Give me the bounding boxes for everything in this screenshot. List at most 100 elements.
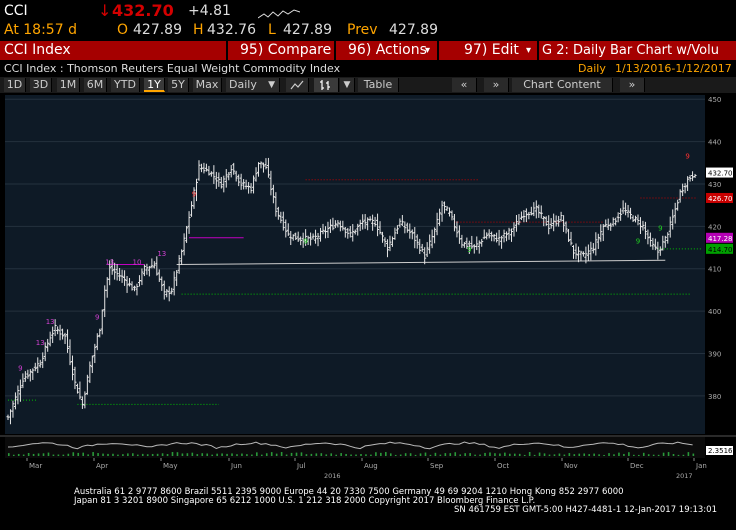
countdown-label: 13 bbox=[157, 250, 166, 258]
year-label: 2016 bbox=[324, 472, 341, 480]
period-3d-button[interactable]: 3D bbox=[30, 78, 52, 92]
frequency-chevron-down-icon: ▼ bbox=[268, 80, 275, 90]
volume-bar bbox=[92, 452, 94, 456]
frequency-dropdown[interactable]: Daily ▼ bbox=[226, 78, 280, 92]
chart-content-button[interactable]: Chart Content bbox=[512, 78, 613, 92]
compare-button[interactable]: 95) Compare bbox=[240, 42, 331, 59]
period-ytd-button[interactable]: YTD bbox=[111, 78, 140, 92]
volume-bar bbox=[558, 453, 561, 456]
countdown-label: 9 bbox=[636, 237, 640, 245]
volume-bar bbox=[360, 454, 362, 456]
sparkline-icon bbox=[258, 9, 300, 19]
volume-bar bbox=[633, 454, 635, 456]
footer-line-3: SN 461759 EST GMT-5:00 H427-4481-1 12-Ja… bbox=[454, 505, 717, 515]
table-button[interactable]: Table bbox=[358, 78, 399, 92]
volume-bar bbox=[667, 452, 670, 456]
volume-bar bbox=[578, 453, 581, 456]
volume-bar bbox=[647, 454, 650, 456]
edit-button[interactable]: 97) Edit bbox=[464, 42, 519, 59]
security-field[interactable]: CCI Index bbox=[4, 42, 71, 59]
expand-right-icon[interactable]: » bbox=[484, 78, 509, 92]
quote-time: At 18:57 d bbox=[4, 22, 77, 38]
y-tick-label: 390 bbox=[708, 350, 721, 358]
volume-bar bbox=[260, 454, 263, 456]
svg-text:417.28: 417.28 bbox=[708, 235, 733, 243]
volume-bar bbox=[216, 453, 218, 456]
volume-bar bbox=[325, 454, 328, 456]
volume-bar bbox=[439, 454, 442, 456]
y-tick-label: 410 bbox=[708, 266, 721, 274]
edit-chevron-down-icon[interactable]: ▾ bbox=[526, 42, 531, 59]
volume-bar bbox=[112, 453, 114, 456]
chart-title[interactable]: G 2: Daily Bar Chart w/Volu bbox=[542, 42, 719, 59]
volume-bar bbox=[509, 453, 511, 456]
countdown-label: 13 bbox=[46, 318, 55, 326]
volume-bar bbox=[211, 454, 213, 456]
volume-bar bbox=[538, 452, 541, 456]
period-1m-button[interactable]: 1M bbox=[57, 78, 80, 92]
svg-text:426.70: 426.70 bbox=[708, 195, 733, 203]
volume-bar bbox=[419, 453, 422, 456]
volume-bar bbox=[479, 454, 481, 456]
volume-bar bbox=[548, 454, 551, 456]
volume-bar bbox=[429, 454, 432, 456]
line-chart-icon[interactable] bbox=[286, 78, 309, 92]
volume-bar bbox=[97, 453, 99, 456]
volume-bar bbox=[295, 452, 298, 456]
chevron-double-right-icon[interactable]: » bbox=[620, 78, 645, 92]
volume-bar bbox=[241, 453, 243, 456]
volume-bar bbox=[399, 454, 402, 456]
period-1d-button[interactable]: 1D bbox=[4, 78, 26, 92]
volume-bar bbox=[47, 452, 50, 456]
chart-toolbar: 1D 3D 1M 6M YTD 1Y 5Y Max Daily ▼ ▼ Tabl… bbox=[0, 77, 736, 93]
volume-bar bbox=[186, 453, 189, 456]
actions-button[interactable]: 96) Actions bbox=[348, 42, 427, 59]
volume-bar bbox=[687, 452, 690, 456]
volume-bar bbox=[682, 454, 685, 456]
volume-bar bbox=[32, 453, 35, 456]
period-6m-button[interactable]: 6M bbox=[84, 78, 107, 92]
volume-bar bbox=[543, 453, 546, 456]
volume-bar bbox=[499, 453, 501, 456]
volume-bar bbox=[196, 454, 199, 456]
price-tag-green: 414.70 bbox=[706, 243, 733, 254]
volume-bar bbox=[350, 454, 352, 456]
volume-bar bbox=[42, 453, 45, 456]
volume-bar bbox=[280, 452, 283, 456]
period-5y-button[interactable]: 5Y bbox=[168, 78, 189, 92]
volume-bar bbox=[72, 452, 75, 456]
volume-bar bbox=[533, 454, 536, 456]
volume-bar bbox=[231, 453, 233, 456]
y-tick-label: 440 bbox=[708, 139, 721, 147]
collapse-left-icon[interactable]: « bbox=[452, 78, 477, 92]
volume-bar bbox=[375, 452, 377, 456]
volume-bar bbox=[102, 453, 104, 456]
volume-bar bbox=[275, 453, 278, 456]
countdown-label: 13 bbox=[36, 339, 45, 347]
volume-bar bbox=[623, 453, 625, 456]
volume-bar bbox=[588, 454, 590, 456]
volume-bar bbox=[136, 454, 139, 456]
actions-chevron-down-icon[interactable]: ▾ bbox=[425, 42, 430, 59]
date-range-text: 1/13/2016-1/12/2017 bbox=[615, 62, 732, 75]
volume-bar bbox=[593, 453, 595, 456]
volume-bar bbox=[618, 452, 620, 456]
y-tick-label: 400 bbox=[708, 308, 721, 316]
volume-bar bbox=[573, 454, 576, 456]
price-tag-magenta: 417.28 bbox=[706, 232, 733, 243]
bar-chart-icon[interactable] bbox=[314, 78, 339, 92]
period-max-button[interactable]: Max bbox=[193, 78, 222, 92]
prev-value: 427.89 bbox=[389, 22, 438, 38]
volume-bar bbox=[221, 453, 223, 456]
description-text: CCI Index : Thomson Reuters Equal Weight… bbox=[4, 62, 341, 75]
period-1y-button[interactable]: 1Y bbox=[144, 78, 165, 92]
chart-type-chevron-down-icon[interactable]: ▼ bbox=[340, 78, 355, 92]
countdown-label: 9 bbox=[303, 237, 307, 245]
price-chart[interactable]: 450 440 430 420 410 400 390 380 9 13 13 9 13 10 13 9 9 9… bbox=[0, 94, 736, 530]
x-tick-label: Jan bbox=[695, 462, 707, 470]
year-label: 2017 bbox=[676, 472, 693, 480]
open-value: 427.89 bbox=[133, 22, 182, 38]
down-arrow-icon: ↓ bbox=[98, 1, 112, 20]
volume-bar bbox=[504, 452, 506, 456]
quote-header: CCI ↓ 432.70 +4.81 At 18:57 d O 427.89 H… bbox=[0, 0, 736, 40]
